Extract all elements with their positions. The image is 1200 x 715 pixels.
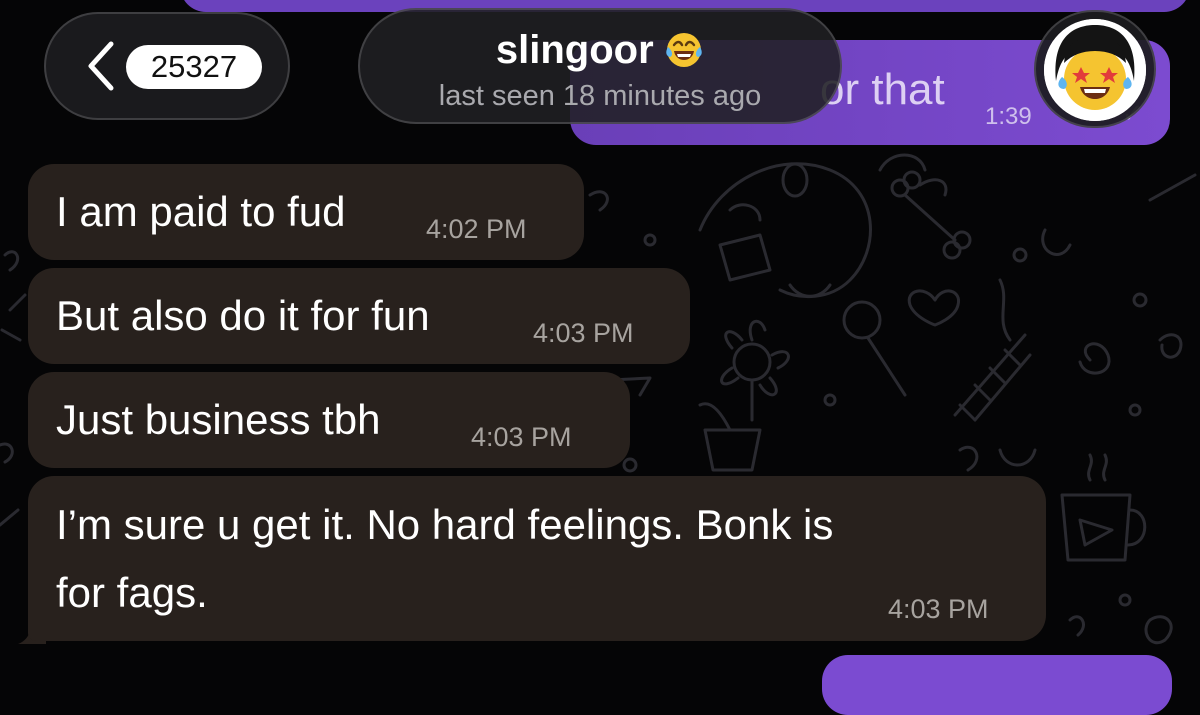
message-time: 4:03 PM xyxy=(471,422,572,452)
message-text: Just business tbh xyxy=(56,396,381,443)
chevron-left-icon xyxy=(88,41,114,91)
message-bubble[interactable]: I am paid to fud 4:02 PM xyxy=(28,164,584,260)
last-seen-status: last seen 18 minutes ago xyxy=(438,80,762,112)
outgoing-message-time: 1:39 xyxy=(985,103,1032,130)
contact-avatar xyxy=(1044,19,1146,121)
message-time: 4:02 PM xyxy=(426,214,527,244)
message-text: I am paid to fud xyxy=(56,188,346,235)
contact-name-row: slingoor xyxy=(360,30,840,70)
back-button[interactable]: 25327 xyxy=(44,12,290,120)
message-bubble[interactable]: Just business tbh 4:03 PM xyxy=(28,372,630,468)
avatar-button[interactable] xyxy=(1034,10,1156,128)
message-time: 4:03 PM xyxy=(888,594,989,624)
message-text-line-2: for fags. xyxy=(56,569,208,616)
message-text-line-1: I’m sure u get it. No hard feelings. Bon… xyxy=(56,501,834,548)
outgoing-bubble[interactable] xyxy=(822,655,1172,715)
unread-count-badge: 25327 xyxy=(126,45,262,89)
chat-title[interactable]: slingoor last seen 18 minutes ago xyxy=(358,8,842,124)
message-bubble[interactable]: I’m sure u get it. No hard feelings. Bon… xyxy=(28,476,1046,641)
contact-name: slingoor xyxy=(495,28,654,72)
message-bubble[interactable]: But also do it for fun 4:03 PM xyxy=(28,268,690,364)
message-text: But also do it for fun xyxy=(56,292,430,339)
message-time: 4:03 PM xyxy=(533,318,634,348)
crying-laughing-emoji-icon xyxy=(666,33,702,67)
